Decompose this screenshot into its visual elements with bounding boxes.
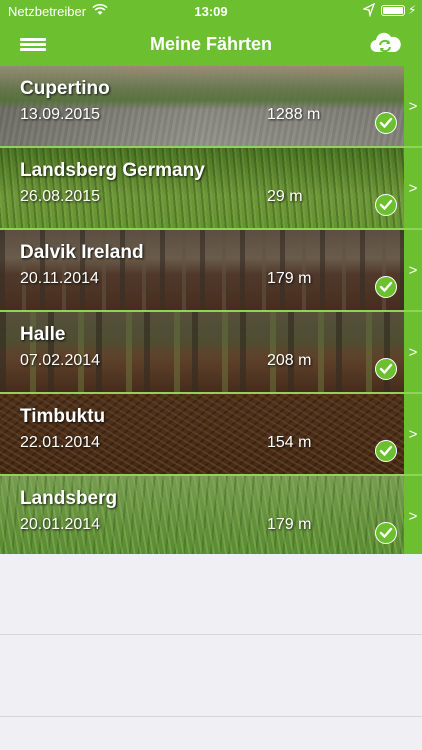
chevron-right-icon[interactable]: > — [404, 312, 422, 392]
chevron-right-icon[interactable]: > — [404, 394, 422, 474]
track-date: 26.08.2015 — [20, 188, 101, 205]
track-row-landsberg[interactable]: Landsberg 20.01.2014 179 m > — [0, 476, 422, 558]
checkmark-circle-icon — [375, 276, 397, 298]
track-distance: 154 m — [267, 434, 312, 451]
checkmark-circle-icon — [375, 112, 397, 134]
checkmark-circle-icon — [375, 358, 397, 380]
page-title: Meine Fährten — [149, 34, 273, 54]
track-name: Cupertino — [20, 78, 110, 99]
charging-bolt-icon: ⚡ — [408, 3, 417, 17]
track-distance: 1288 m — [267, 106, 321, 123]
track-date: 20.01.2014 — [20, 516, 101, 533]
track-row-cupertino[interactable]: Cupertino 13.09.2015 1288 m > — [0, 66, 422, 148]
chevron-right-icon[interactable]: > — [404, 230, 422, 310]
track-date: 20.11.2014 — [20, 270, 99, 287]
chevron-right-icon[interactable]: > — [404, 476, 422, 556]
track-distance: 208 m — [267, 352, 312, 369]
track-name: Halle — [20, 324, 66, 345]
chevron-right-icon[interactable]: > — [404, 66, 422, 146]
track-row-landsberg-germany[interactable]: Landsberg Germany 26.08.2015 29 m > — [0, 148, 422, 230]
chevron-right-icon[interactable]: > — [404, 148, 422, 228]
track-date: 22.01.2014 — [20, 434, 101, 451]
track-list: Cupertino 13.09.2015 1288 m > Landsberg … — [0, 66, 422, 558]
track-row-timbuktu[interactable]: Timbuktu 22.01.2014 154 m > — [0, 394, 422, 476]
separator — [0, 634, 422, 635]
cloud-sync-icon[interactable] — [368, 30, 402, 58]
navigation-bar: Meine Fährten — [0, 22, 422, 66]
checkmark-circle-icon — [375, 440, 397, 462]
status-bar: Netzbetreiber 13:09 ⚡ — [0, 0, 422, 22]
checkmark-circle-icon — [375, 522, 397, 544]
track-name: Landsberg Germany — [20, 160, 205, 181]
battery-icon — [381, 5, 405, 16]
track-name: Landsberg — [20, 488, 118, 509]
separator — [0, 716, 422, 717]
checkmark-circle-icon — [375, 194, 397, 216]
track-name: Dalvik Ireland — [20, 242, 144, 263]
track-date: 13.09.2015 — [20, 106, 101, 123]
track-row-dalvik-ireland[interactable]: Dalvik Ireland 20.11.2014 179 m > — [0, 230, 422, 312]
track-row-halle[interactable]: Halle 07.02.2014 208 m > — [0, 312, 422, 394]
empty-list-area — [0, 554, 422, 750]
track-date: 07.02.2014 — [20, 352, 101, 369]
clock: 13:09 — [194, 4, 228, 19]
track-distance: 179 m — [267, 516, 312, 533]
track-distance: 179 m — [267, 270, 312, 287]
track-distance: 29 m — [267, 188, 303, 205]
track-name: Timbuktu — [20, 406, 106, 427]
location-arrow-icon — [361, 2, 376, 20]
